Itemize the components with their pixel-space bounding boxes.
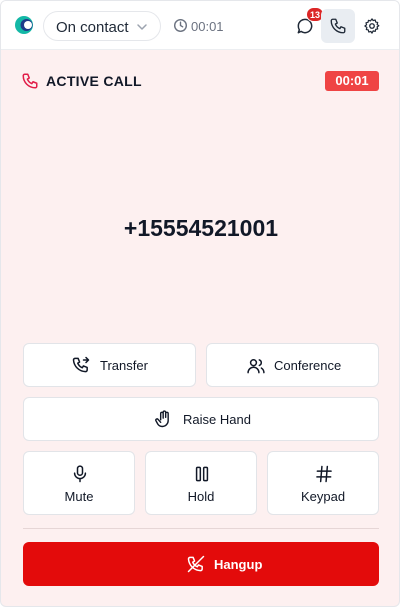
- conference-label: Conference: [274, 358, 342, 373]
- mute-label: Mute: [64, 489, 94, 504]
- users-icon: [247, 359, 265, 374]
- hash-icon: [316, 465, 332, 483]
- status-dropdown[interactable]: On contact: [43, 11, 161, 41]
- softphone-window: On contact 00:01 13 ACTIVE CALL 00:01 +1…: [0, 0, 400, 607]
- clock-icon: [173, 18, 188, 33]
- status-label: On contact: [56, 19, 129, 36]
- caller-number: +15554521001: [123, 215, 279, 241]
- mute-button[interactable]: Mute: [23, 451, 135, 515]
- phone-forward-icon: [72, 356, 90, 373]
- call-timer-badge: 00:01: [325, 71, 379, 91]
- call-title: ACTIVE CALL: [46, 73, 142, 89]
- hangup-button[interactable]: Hangup: [23, 542, 379, 586]
- gear-icon: [364, 18, 380, 34]
- hold-button[interactable]: Hold: [145, 451, 257, 515]
- status-timer-value: 00:01: [191, 19, 224, 34]
- chevron-down-icon: [137, 24, 147, 30]
- phone-icon: [22, 73, 38, 89]
- keypad-button[interactable]: Keypad: [267, 451, 379, 515]
- hand-icon: [155, 410, 169, 428]
- pause-icon: [195, 466, 209, 482]
- transfer-button[interactable]: Transfer: [23, 343, 196, 387]
- raise-hand-label: Raise Hand: [183, 412, 251, 427]
- divider: [23, 528, 379, 529]
- transfer-label: Transfer: [100, 358, 148, 373]
- phone-off-icon: [187, 555, 205, 573]
- top-bar: On contact 00:01 13: [1, 1, 399, 50]
- phone-button[interactable]: [321, 9, 355, 43]
- conference-button[interactable]: Conference: [206, 343, 379, 387]
- phone-icon: [330, 18, 346, 34]
- hold-label: Hold: [187, 489, 215, 504]
- app-logo-icon: [15, 16, 33, 34]
- keypad-label: Keypad: [300, 489, 346, 504]
- microphone-icon: [73, 465, 87, 483]
- raise-hand-button[interactable]: Raise Hand: [23, 397, 379, 441]
- settings-button[interactable]: [355, 9, 389, 43]
- hangup-label: Hangup: [214, 557, 263, 572]
